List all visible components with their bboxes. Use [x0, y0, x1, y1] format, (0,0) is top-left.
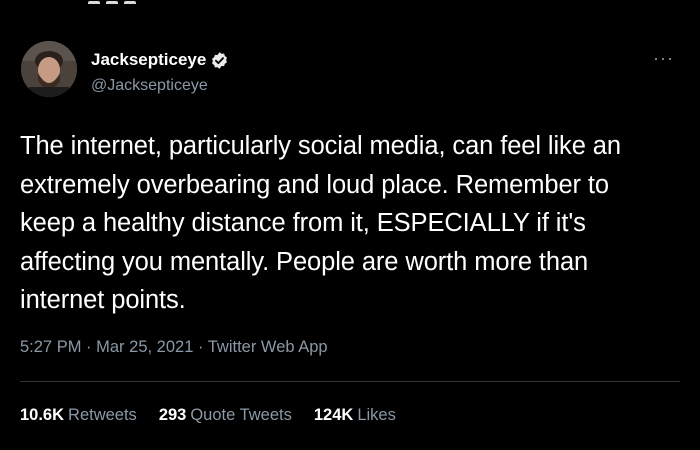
tweet-date[interactable]: Mar 25, 2021 — [96, 338, 193, 356]
tweet-source[interactable]: Twitter Web App — [208, 338, 328, 356]
tweet-stats: 10.6K Retweets 293 Quote Tweets 124K Likes — [20, 406, 418, 425]
likes-count: 124K — [313, 406, 354, 424]
avatar[interactable] — [21, 41, 77, 97]
retweets-count: 10.6K — [20, 406, 65, 424]
verified-badge-icon — [210, 51, 229, 70]
more-options-icon[interactable]: ··· — [653, 49, 674, 67]
retweets-stat[interactable]: 10.6K Retweets — [20, 406, 137, 425]
meta-separator: · — [86, 338, 97, 356]
quote-tweets-label: Quote Tweets — [190, 406, 292, 424]
tweet-metadata: 5:27 PM · Mar 25, 2021 · Twitter Web App — [20, 338, 328, 357]
author-name[interactable]: Jacksepticeye — [91, 50, 229, 70]
quote-tweets-stat[interactable]: 293 Quote Tweets — [159, 406, 292, 425]
tweet-time[interactable]: 5:27 PM — [20, 338, 81, 356]
cropped-header-fragment — [88, 0, 158, 4]
likes-stat[interactable]: 124K Likes — [314, 406, 396, 425]
avatar-photo — [21, 41, 77, 97]
tweet-text: The internet, particularly social media,… — [20, 132, 621, 314]
retweets-label: Retweets — [68, 406, 137, 424]
author-handle[interactable]: @Jacksepticeye — [91, 77, 208, 95]
quote-tweets-count: 293 — [158, 406, 187, 424]
meta-separator: · — [197, 338, 208, 356]
divider — [20, 381, 680, 382]
likes-label: Likes — [357, 406, 396, 424]
author-name-text: Jacksepticeye — [91, 50, 207, 69]
